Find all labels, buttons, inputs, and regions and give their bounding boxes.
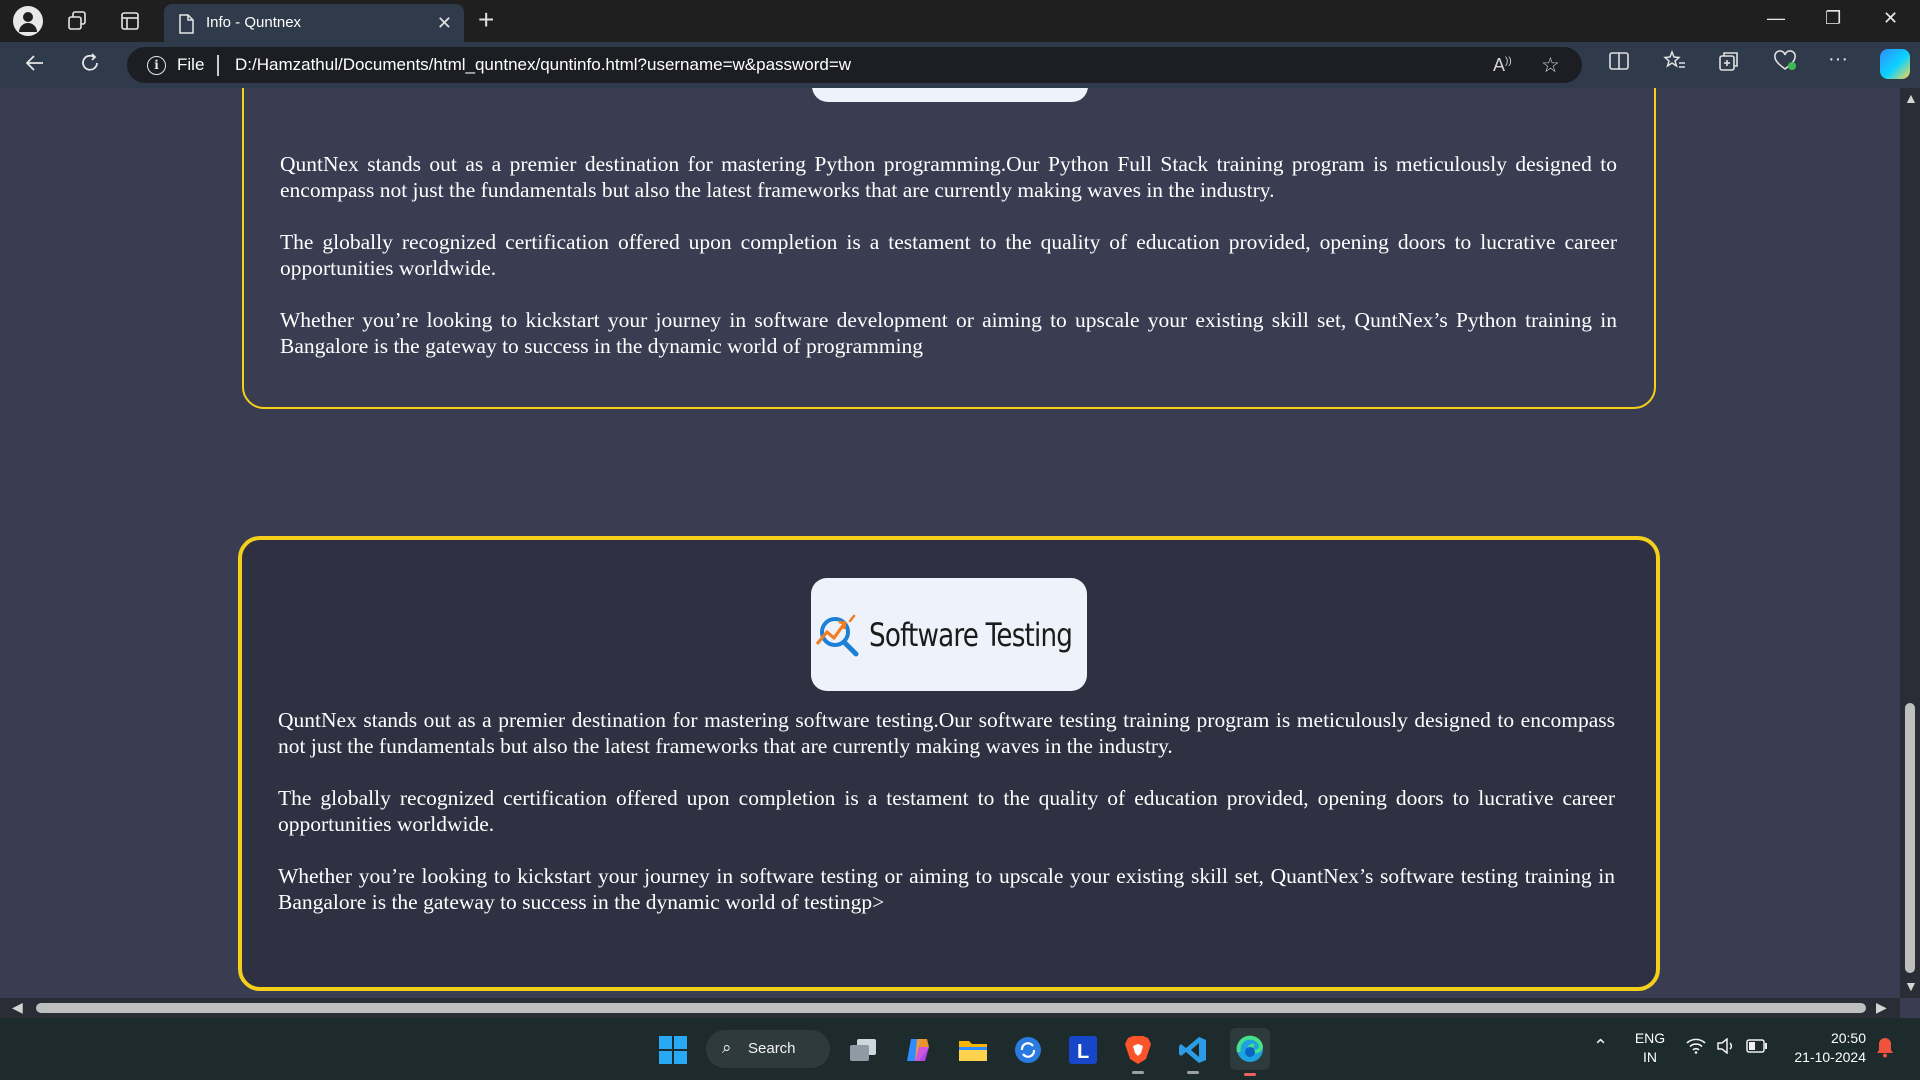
- address-scheme-label: File: [177, 55, 205, 74]
- address-bar[interactable]: i File D:/Hamzathul/Documents/html_quntn…: [127, 47, 1582, 83]
- browser-toolbar: i File D:/Hamzathul/Documents/html_quntn…: [0, 42, 1920, 88]
- battery-icon[interactable]: [1746, 1039, 1768, 1056]
- edge-browser-icon[interactable]: [1230, 1028, 1270, 1076]
- favorites-icon[interactable]: [1663, 49, 1687, 78]
- tab-close-icon[interactable]: ✕: [437, 13, 452, 34]
- language-code: ENG: [1634, 1030, 1666, 1046]
- course-card-python: QuntNex stands out as a premier destinat…: [242, 88, 1656, 409]
- start-windows-icon[interactable]: [655, 1032, 691, 1068]
- read-aloud-icon[interactable]: A)): [1493, 55, 1512, 76]
- vertical-scrollbar[interactable]: ▲ ▼: [1900, 88, 1920, 998]
- page-icon: [179, 14, 194, 34]
- search-icon: ⌕: [722, 1038, 732, 1057]
- taskbar-search-box[interactable]: ⌕ Search: [706, 1030, 830, 1068]
- collections-icon[interactable]: [1718, 50, 1740, 78]
- browser-title-bar: Info - Quntnex ✕ + — ❐ ✕: [0, 0, 1920, 42]
- browser-tab-active[interactable]: Info - Quntnex ✕: [164, 4, 464, 42]
- volume-icon[interactable]: [1716, 1037, 1736, 1057]
- close-window-button[interactable]: ✕: [1883, 8, 1898, 29]
- wifi-icon[interactable]: [1686, 1038, 1706, 1057]
- course-card-software-testing: Software Testing QuntNex stands out as a…: [238, 536, 1660, 991]
- tab-title: Info - Quntnex: [206, 14, 302, 31]
- language-indicator[interactable]: ENG IN: [1632, 1029, 1668, 1067]
- windows-taskbar: ⌕ Search L ⌃ ENG IN 20:50 21-10-2024: [0, 1018, 1920, 1080]
- svg-text:L: L: [1077, 1041, 1089, 1063]
- magnifier-chart-icon: [815, 614, 859, 656]
- app-running-indicator: [1187, 1071, 1199, 1074]
- course-badge-software-testing: Software Testing: [811, 578, 1087, 691]
- minimize-button[interactable]: —: [1767, 8, 1785, 29]
- app-active-indicator: [1244, 1073, 1256, 1076]
- brave-browser-icon[interactable]: [1120, 1032, 1156, 1074]
- course-badge-title: Software Testing: [869, 615, 1073, 654]
- split-screen-icon[interactable]: [1608, 50, 1630, 78]
- file-explorer-icon[interactable]: [955, 1032, 991, 1068]
- scroll-right-arrow-icon[interactable]: ▶: [1876, 999, 1887, 1016]
- restore-button[interactable]: ❐: [1825, 8, 1841, 29]
- sync-app-icon[interactable]: [1010, 1032, 1046, 1068]
- l-app-icon[interactable]: L: [1065, 1032, 1101, 1068]
- course-paragraph: Whether you’re looking to kickstart your…: [278, 864, 1615, 914]
- copilot-icon[interactable]: [1880, 49, 1910, 79]
- favorite-star-icon[interactable]: ☆: [1541, 53, 1560, 78]
- vertical-tabs-icon[interactable]: [116, 7, 144, 35]
- course-paragraph: The globally recognized certification of…: [280, 230, 1617, 280]
- site-info-icon[interactable]: i: [147, 56, 166, 75]
- refresh-icon[interactable]: [78, 51, 102, 82]
- new-tab-button[interactable]: +: [478, 4, 494, 36]
- scroll-up-arrow-icon[interactable]: ▲: [1904, 90, 1918, 106]
- vertical-scroll-thumb[interactable]: [1905, 703, 1915, 973]
- course-badge-python: [812, 88, 1088, 102]
- more-options-icon[interactable]: ···: [1828, 48, 1848, 71]
- task-view-icon[interactable]: [845, 1032, 881, 1068]
- clock-date: 21-10-2024: [1794, 1049, 1866, 1065]
- app-running-indicator: [1132, 1071, 1144, 1074]
- page-viewport: QuntNex stands out as a premier destinat…: [0, 88, 1900, 998]
- course-paragraph: Whether you’re looking to kickstart your…: [280, 308, 1617, 358]
- system-clock[interactable]: 20:50 21-10-2024: [1786, 1029, 1866, 1067]
- profile-avatar-icon[interactable]: [13, 6, 43, 36]
- vscode-icon[interactable]: [1175, 1032, 1211, 1074]
- taskbar-search-label: Search: [748, 1040, 796, 1057]
- course-paragraph: QuntNex stands out as a premier destinat…: [278, 708, 1615, 758]
- browser-essentials-icon[interactable]: [1773, 50, 1797, 78]
- copilot-app-icon[interactable]: [900, 1032, 936, 1068]
- back-arrow-icon[interactable]: [23, 51, 47, 82]
- show-hidden-icons-chevron-icon[interactable]: ⌃: [1593, 1036, 1608, 1057]
- url-text[interactable]: D:/Hamzathul/Documents/html_quntnex/qunt…: [235, 55, 851, 75]
- workspaces-icon[interactable]: [63, 7, 91, 35]
- scroll-left-arrow-icon[interactable]: ◀: [12, 999, 23, 1016]
- clock-time: 20:50: [1830, 1030, 1866, 1046]
- region-code: IN: [1643, 1049, 1657, 1065]
- horizontal-scroll-thumb[interactable]: [36, 1003, 1866, 1013]
- course-paragraph: QuntNex stands out as a premier destinat…: [280, 152, 1617, 202]
- scroll-down-arrow-icon[interactable]: ▼: [1904, 978, 1918, 994]
- horizontal-scrollbar[interactable]: ◀ ▶: [0, 998, 1900, 1018]
- notification-bell-icon[interactable]: [1876, 1036, 1894, 1061]
- address-separator: [217, 55, 219, 76]
- course-paragraph: The globally recognized certification of…: [278, 786, 1615, 836]
